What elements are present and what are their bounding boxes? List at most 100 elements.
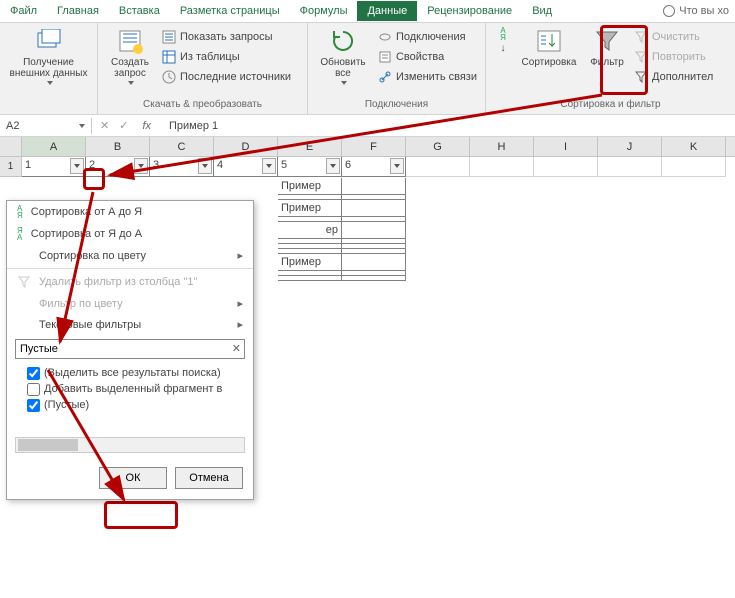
properties-button[interactable]: Свойства [376,49,479,65]
worksheet-grid[interactable]: 1 1 2 3 4 5 6 [0,157,735,177]
refresh-icon [329,27,357,55]
col-header-J[interactable]: J [598,137,662,156]
cell-E10[interactable]: Пример [278,254,342,271]
sort-az-icon: АЯ [500,27,506,41]
clear-search-icon[interactable]: ✕ [232,342,241,355]
group-label-connections: Подключения [314,97,479,112]
filter-dropdown-F[interactable] [390,158,404,174]
from-table-button[interactable]: Из таблицы [160,49,293,65]
filter-dropdown-A[interactable] [70,158,84,174]
advanced-filter-button[interactable]: Дополнител [632,69,715,85]
tab-insert[interactable]: Вставка [109,1,170,21]
cell-I1[interactable] [534,157,598,177]
funnel-clear-icon [17,275,31,289]
autofilter-menu: АЯСортировка от А до Я ЯАСортировка от Я… [6,200,254,500]
filter-by-color-item: Фильтр по цвету▸ [7,293,253,314]
cell-A1[interactable]: 1 [22,157,86,177]
filter-hscroll[interactable] [15,437,245,453]
tell-me[interactable]: Что вы хо [663,5,735,17]
refresh-all-button[interactable]: Обновить все [314,27,372,85]
cell-F6[interactable] [342,222,406,239]
edit-links-button[interactable]: Изменить связи [376,69,479,85]
filter-dropdown-E[interactable] [326,158,340,174]
select-all-results-checkbox[interactable]: (Выделить все результаты поиска) [27,365,245,381]
col-header-G[interactable]: G [406,137,470,156]
col-header-E[interactable]: E [278,137,342,156]
sort-by-color-item[interactable]: Сортировка по цвету▸ [7,245,253,266]
create-query-button[interactable]: Создать запрос [104,27,156,85]
cell-B1[interactable]: 2 [86,157,150,177]
create-query-icon [116,27,144,55]
sort-za-icon: ЯА [17,227,23,241]
tell-me-text: Что вы хо [679,5,729,17]
tab-home[interactable]: Главная [47,1,109,21]
col-header-B[interactable]: B [86,137,150,156]
funnel-icon [593,27,621,55]
group-label-transform: Скачать & преобразовать [104,97,301,112]
filter-button[interactable]: Фильтр [584,27,630,68]
connections-button[interactable]: Подключения [376,29,479,45]
col-header-C[interactable]: C [150,137,214,156]
cell-G1[interactable] [406,157,470,177]
filter-search-input[interactable] [15,339,245,359]
cell-D6-part[interactable]: ер [278,222,342,239]
col-header-H[interactable]: H [470,137,534,156]
col-header-D[interactable]: D [214,137,278,156]
cell-J1[interactable] [598,157,662,177]
col-header-F[interactable]: F [342,137,406,156]
sort-az-ribbon[interactable]: АЯ↓ [492,27,514,54]
tab-data[interactable]: Данные [357,1,417,21]
sort-za-item[interactable]: ЯАСортировка от Я до А [7,223,253,245]
filter-values-tree: (Выделить все результаты поиска) Добавит… [7,363,253,433]
recent-sources-button[interactable]: Последние источники [160,69,293,85]
sort-az-item[interactable]: АЯСортировка от А до Я [7,201,253,223]
cell-E12[interactable] [278,276,342,281]
tab-view[interactable]: Вид [522,1,562,21]
formula-bar: A2 ✕ ✓ fx Пример 1 [0,115,735,137]
show-queries-button[interactable]: Показать запросы [160,29,293,45]
cancel-button[interactable]: Отмена [175,467,243,489]
ribbon-tabs: Файл Главная Вставка Разметка страницы Ф… [0,0,735,23]
ribbon: Получение внешних данных Создать запрос … [0,23,735,115]
cell-F10[interactable] [342,254,406,271]
cell-D1[interactable]: 4 [214,157,278,177]
filter-dropdown-C[interactable] [198,158,212,174]
cell-E2[interactable]: Пример [278,178,342,195]
text-filters-item[interactable]: Текстовые фильтры▸ [7,314,253,335]
cell-F4[interactable] [342,200,406,217]
clear-filter-button[interactable]: Очистить [632,29,715,45]
reapply-button[interactable]: Повторить [632,49,715,65]
col-header-I[interactable]: I [534,137,598,156]
col-header-A[interactable]: A [22,137,86,156]
cell-E4[interactable]: Пример [278,200,342,217]
tab-review[interactable]: Рецензирование [417,1,522,21]
blanks-checkbox[interactable]: (Пустые) [27,397,245,413]
cancel-formula-icon[interactable]: ✕ [100,119,109,132]
ok-button[interactable]: ОК [99,467,167,489]
name-box[interactable]: A2 [0,118,92,134]
group-label-sort-filter: Сортировка и фильтр [492,97,729,112]
sort-button[interactable]: Сортировка [516,27,582,68]
add-selection-checkbox[interactable]: Добавить выделенный фрагмент в [27,381,245,397]
filter-dropdown-D[interactable] [262,158,276,174]
bulb-icon [663,5,675,17]
tab-file[interactable]: Файл [0,1,47,21]
enter-formula-icon[interactable]: ✓ [119,119,128,132]
cell-C1[interactable]: 3 [150,157,214,177]
formula-input[interactable]: Пример 1 [163,118,735,134]
clear-column-filter-item: Удалить фильтр из столбца "1" [7,271,253,293]
cell-F12[interactable] [342,276,406,281]
cell-H1[interactable] [470,157,534,177]
tab-formulas[interactable]: Формулы [290,1,358,21]
cell-K1[interactable] [662,157,726,177]
tab-layout[interactable]: Разметка страницы [170,1,290,21]
fx-icon[interactable]: fx [138,120,155,132]
cell-E1[interactable]: 5 [278,157,342,177]
cell-F1[interactable]: 6 [342,157,406,177]
filter-dropdown-B[interactable] [134,158,148,174]
get-external-data-button[interactable]: Получение внешних данных [6,27,91,85]
cell-F2[interactable] [342,178,406,195]
col-header-K[interactable]: K [662,137,726,156]
row-header-1[interactable]: 1 [0,157,22,177]
select-all-corner[interactable] [0,137,22,156]
